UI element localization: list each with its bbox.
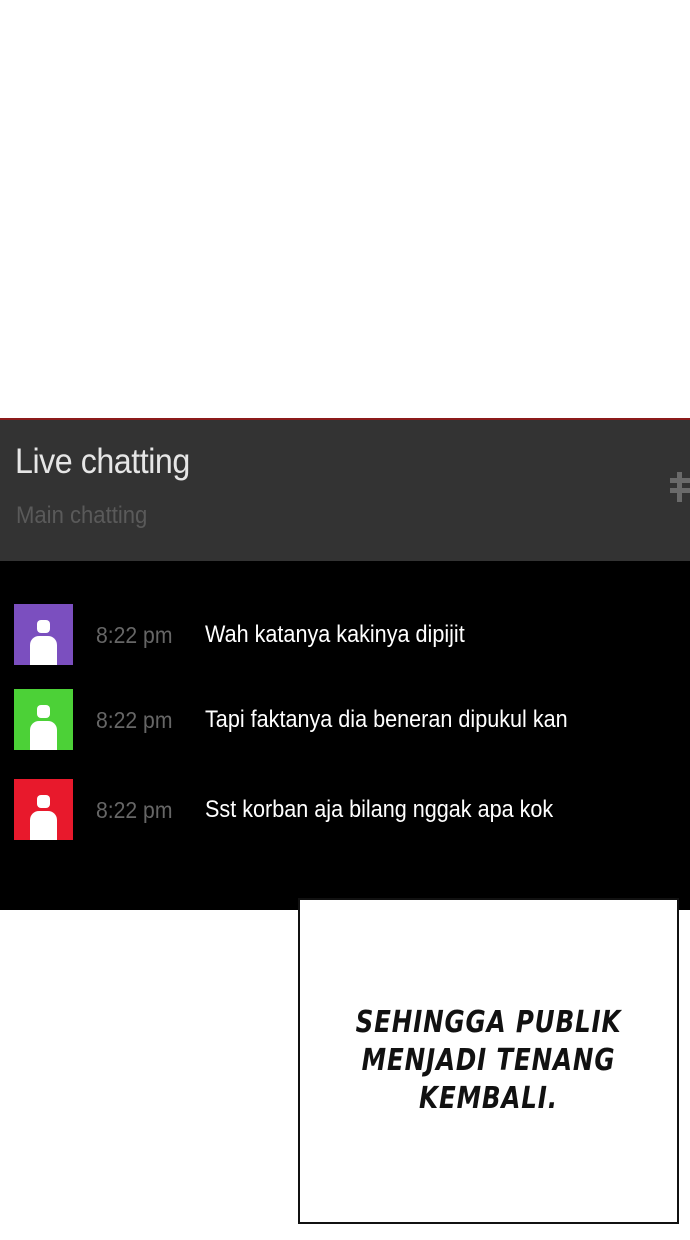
user-icon-body (30, 721, 57, 750)
chat-title: Live chatting (15, 442, 190, 481)
narration-caption-box: SEHINGGA PUBLIK MENJADI TENANG KEMBALI. (298, 898, 679, 1224)
user-icon-head (37, 795, 50, 808)
message-text: Wah katanya kakinya dipijit (205, 621, 465, 648)
user-avatar[interactable] (14, 604, 73, 665)
user-icon-body (30, 811, 57, 840)
message-time: 8:22 pm (96, 707, 173, 733)
user-icon-body (30, 636, 57, 665)
message-time: 8:22 pm (96, 622, 173, 648)
caption-line: SEHINGGA PUBLIK (355, 1005, 622, 1040)
narration-caption: SEHINGGA PUBLIK MENJADI TENANG KEMBALI. (300, 1004, 677, 1118)
user-icon-head (37, 705, 50, 718)
message-time: 8:22 pm (96, 797, 173, 823)
chat-message-row: 8:22 pm Wah katanya kakinya dipijit (0, 604, 690, 666)
chat-header: Live chatting Main chatting (0, 420, 690, 561)
caption-line: KEMBALI. (419, 1081, 558, 1116)
live-chat-panel: Live chatting Main chatting 8:22 pm Wah … (0, 418, 690, 910)
message-text: Sst korban aja bilang nggak apa kok (205, 796, 554, 823)
caption-line: MENJADI TENANG (361, 1043, 616, 1078)
expand-icon[interactable] (670, 472, 690, 506)
user-avatar[interactable] (14, 689, 73, 750)
message-text: Tapi faktanya dia beneran dipukul kan (205, 706, 568, 733)
blank-panel-top (0, 0, 690, 418)
chat-message-row: 8:22 pm Tapi faktanya dia beneran dipuku… (0, 689, 690, 751)
chat-message-row: 8:22 pm Sst korban aja bilang nggak apa … (0, 779, 690, 841)
chat-subtitle[interactable]: Main chatting (16, 502, 147, 530)
user-icon-head (37, 620, 50, 633)
user-avatar[interactable] (14, 779, 73, 840)
